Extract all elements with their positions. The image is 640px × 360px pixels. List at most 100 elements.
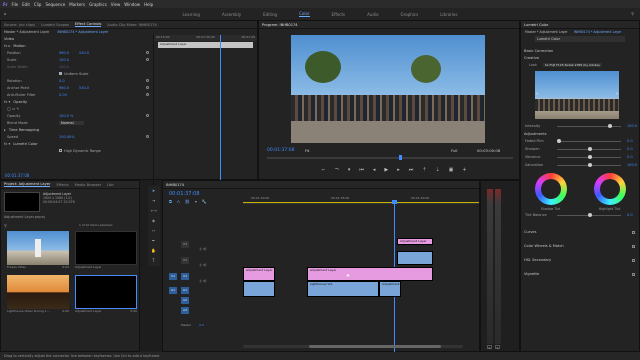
mini-ruler[interactable]: 00:15:00 00:01:30:00 00:01:45: [154, 35, 257, 41]
clip-adjustment-layer-v2-left[interactable]: Adjustment Layer: [243, 267, 275, 281]
tab-effects[interactable]: Effects: [56, 183, 68, 187]
clip-left-v1[interactable]: [243, 281, 275, 297]
app-icon[interactable]: Fr: [3, 2, 7, 7]
prop-position-y[interactable]: 540.0: [79, 51, 99, 55]
blend-mode-dropdown[interactable]: Normal: [59, 120, 84, 125]
prop-anchor-y[interactable]: 540.0: [79, 86, 99, 90]
hand-tool-icon[interactable]: ✋: [151, 248, 156, 253]
timeline-settings-icon[interactable]: 🔧: [202, 199, 207, 204]
workspace-editing[interactable]: Editing: [263, 12, 277, 17]
vignette-section[interactable]: Vignette: [521, 267, 639, 281]
lumetri-source-dropdown[interactable]: Lumetri Color: [535, 36, 625, 42]
home-icon[interactable]: ⌂: [4, 11, 7, 16]
menu-file[interactable]: File: [11, 2, 18, 7]
master-clip-path[interactable]: Master * Adjustment Layer: [4, 30, 49, 34]
menu-graphics[interactable]: Graphics: [89, 2, 107, 7]
hdr-checkbox[interactable]: [59, 149, 62, 152]
source-patch-a1[interactable]: A1: [169, 287, 177, 294]
keyframe-toggle-icon[interactable]: [146, 135, 149, 138]
tab-libraries[interactable]: Libr: [107, 183, 114, 187]
saturation-value[interactable]: 100.0: [627, 163, 639, 167]
menu-edit[interactable]: Edit: [22, 2, 30, 7]
track-label-v2[interactable]: V2: [181, 257, 189, 264]
clip-adjustment-v1b[interactable]: Adjustment...: [379, 281, 401, 297]
add-marker-icon[interactable]: ▾: [195, 199, 197, 204]
track-label-a3[interactable]: A3: [181, 307, 189, 314]
prop-scale-width-value[interactable]: 100.0: [59, 65, 79, 69]
keyframe-toggle-icon[interactable]: [146, 51, 149, 54]
menu-sequence[interactable]: Sequence: [45, 2, 65, 7]
clip-adjustment-layer-v3[interactable]: Adjustment Layer: [397, 238, 433, 245]
lift-icon[interactable]: ⇡: [422, 167, 426, 173]
basic-correction-section[interactable]: Basic Correction: [521, 47, 639, 54]
workspace-effects[interactable]: Effects: [332, 12, 346, 17]
color-wheels-enable-checkbox[interactable]: [632, 244, 635, 248]
shadow-tint-wheel[interactable]: [534, 173, 567, 205]
step-forward-icon[interactable]: ⏭: [409, 167, 414, 173]
step-back-icon[interactable]: ⏮: [359, 167, 364, 173]
effect-controls-timecode[interactable]: 00:01:37:08: [5, 173, 29, 178]
tab-media-browser[interactable]: Media Browser: [75, 183, 102, 187]
track-label-v1[interactable]: V1: [181, 273, 189, 280]
master-value[interactable]: 0.0: [199, 323, 204, 327]
lumetri-seq-path[interactable]: INHB0174 * Adjustment Layer: [574, 30, 622, 34]
tab-source[interactable]: Source: (no clips): [4, 23, 35, 27]
prop-scale-value[interactable]: 100.0: [59, 58, 79, 62]
program-title[interactable]: Program: INHB0174: [262, 23, 298, 27]
faded-film-handle[interactable]: [557, 139, 561, 143]
look-dropdown[interactable]: SL FUJI F125 Kodak 2395 (by Adobe): [543, 62, 602, 67]
clip-adjustment-layer-v2-main[interactable]: Adjustment Layer: [307, 267, 433, 281]
tab-lumetri-scopes[interactable]: Lumetri Scopes: [41, 23, 69, 27]
workspace-learning[interactable]: Learning: [183, 12, 200, 17]
look-prev-left-icon[interactable]: ‹: [536, 91, 538, 97]
opacity-section[interactable]: fx ▾ Opacity: [1, 98, 153, 105]
workspace-color[interactable]: Color: [299, 11, 310, 17]
sharpen-handle[interactable]: [587, 147, 592, 151]
vibrance-slider[interactable]: [557, 155, 621, 159]
vignette-enable-checkbox[interactable]: [632, 272, 635, 276]
tab-project[interactable]: Project: Adjustment Layer: [4, 182, 51, 187]
tab-audio-clip-mixer[interactable]: Audio Clip Mixer: INHB0174: [107, 23, 156, 27]
curves-section[interactable]: Curves: [521, 225, 639, 239]
saturation-slider[interactable]: [557, 163, 621, 167]
clip-lighthouse-v1[interactable]: Lighthouse Vid.: [307, 281, 379, 297]
highlight-tint-wheel[interactable]: [593, 173, 626, 205]
keyframe-toggle-icon[interactable]: [146, 86, 149, 89]
keyframe-toggle-icon[interactable]: [146, 58, 149, 61]
sequence-clip-path[interactable]: INHB0174 * Adjustment Layer: [57, 30, 108, 34]
look-preview-thumbnail[interactable]: ‹ ›: [535, 71, 619, 119]
intensity-value[interactable]: 100.0: [627, 124, 639, 128]
time-remapping-section[interactable]: ▸ Time Remapping: [1, 126, 153, 133]
prop-anchor-x[interactable]: 960.0: [59, 86, 79, 90]
mini-playhead[interactable]: [220, 35, 221, 180]
frame-back-icon[interactable]: ◂: [373, 167, 376, 173]
program-scrubber[interactable]: [267, 155, 513, 160]
look-next-right-icon[interactable]: ›: [616, 91, 618, 97]
curves-enable-checkbox[interactable]: [632, 230, 635, 234]
intensity-slider[interactable]: [557, 124, 621, 128]
motion-section[interactable]: fx ▸ Motion: [1, 42, 153, 49]
keyframe-toggle-icon[interactable]: [146, 93, 149, 96]
project-search-icon[interactable]: ⚲: [4, 223, 7, 228]
fit-dropdown[interactable]: Fit: [305, 148, 309, 153]
meter-solo-left[interactable]: S: [487, 345, 492, 350]
prop-position-x[interactable]: 960.0: [59, 51, 79, 55]
sharpen-value[interactable]: 0.0: [627, 147, 639, 151]
program-playhead[interactable]: [399, 155, 402, 160]
nest-toggle-icon[interactable]: ⧉: [169, 199, 172, 204]
creative-section[interactable]: Creative: [521, 54, 639, 61]
bin-item-adjustment-layer-2[interactable]: Adjustment Layer 5:00: [75, 275, 137, 313]
bin-item-adjustment-layer[interactable]: Adjustment Layer: [75, 231, 137, 269]
track-label-v3[interactable]: V3: [181, 241, 189, 248]
tab-sequence[interactable]: INHB0174: [166, 183, 184, 187]
saturation-handle[interactable]: [587, 163, 592, 167]
snap-toggle-icon[interactable]: ∩: [177, 199, 180, 204]
slip-tool-icon[interactable]: ⇿: [151, 228, 156, 233]
meter-solo-right[interactable]: S: [495, 345, 500, 350]
type-tool-icon[interactable]: T: [151, 258, 156, 263]
tab-effect-controls[interactable]: Effect Controls: [75, 22, 102, 27]
workspace-libraries[interactable]: Libraries: [440, 12, 457, 17]
timeline-horizontal-scrollbar[interactable]: [243, 345, 463, 348]
tint-balance-value[interactable]: 0.0: [627, 213, 639, 217]
keyframe-toggle-icon[interactable]: [146, 114, 149, 117]
